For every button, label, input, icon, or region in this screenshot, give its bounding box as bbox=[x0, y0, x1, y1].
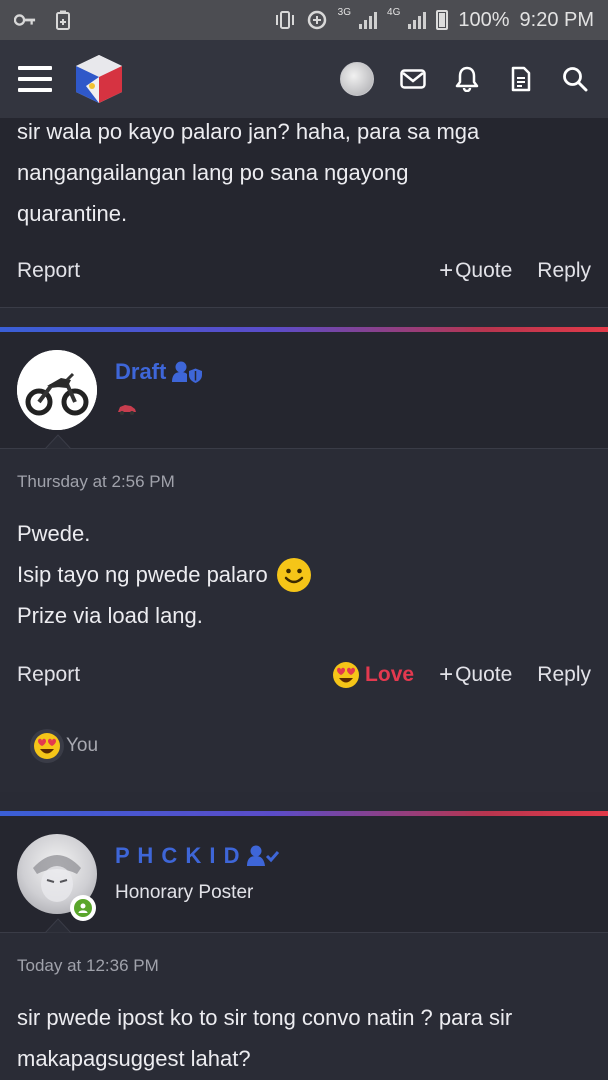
clock: 9:20 PM bbox=[519, 8, 594, 31]
post-2-body: Thursday at 2:56 PM Pwede. Isip tayo ng … bbox=[0, 449, 608, 792]
love-reaction-button[interactable]: Love bbox=[332, 661, 414, 689]
data-saver-icon bbox=[306, 10, 328, 30]
online-status-badge bbox=[70, 895, 96, 921]
post-2-line: Isip tayo ng pwede palaro bbox=[17, 562, 268, 587]
smile-emoji-icon bbox=[276, 557, 311, 592]
battery-percent: 100% bbox=[458, 8, 510, 31]
menu-icon[interactable] bbox=[18, 66, 52, 92]
post-2-message: Pwede. Isip tayo ng pwede palaro Prize v… bbox=[0, 513, 329, 636]
timestamp[interactable]: Today at 12:36 PM bbox=[17, 956, 159, 976]
reactions-summary[interactable]: You bbox=[30, 729, 98, 763]
bell-icon[interactable] bbox=[452, 64, 482, 94]
username[interactable]: P H C K I D bbox=[115, 843, 279, 869]
username-text: Draft bbox=[115, 359, 167, 384]
post-2-header: Draft bbox=[0, 332, 608, 449]
user-avatar[interactable] bbox=[340, 62, 374, 96]
report-link[interactable]: Report bbox=[17, 259, 80, 283]
plus-icon: + bbox=[439, 257, 454, 284]
network-type-1: 3G bbox=[337, 6, 352, 18]
post-1-line: quarantine. bbox=[17, 201, 128, 226]
quote-button[interactable]: + Quote bbox=[439, 257, 512, 285]
user-shield-icon bbox=[172, 361, 203, 383]
reply-button[interactable]: Reply bbox=[537, 259, 591, 283]
post-2-line: Pwede. bbox=[17, 521, 91, 546]
reaction-bubble bbox=[30, 729, 64, 763]
post-1: sir wala po kayo palaro jan? haha, para … bbox=[0, 118, 608, 308]
status-bar: 3G 4G 100% 9:20 PM bbox=[0, 0, 608, 40]
signal-icon bbox=[359, 11, 378, 29]
post-1-message: sir wala po kayo palaro jan? haha, para … bbox=[0, 111, 496, 234]
battery-icon bbox=[436, 10, 449, 30]
app-header bbox=[0, 40, 608, 118]
username[interactable]: Draft bbox=[115, 359, 203, 385]
envelope-icon[interactable] bbox=[398, 64, 428, 94]
heart-eyes-emoji-icon bbox=[333, 662, 360, 688]
post-1-line: sir wala po kayo palaro jan? haha, para … bbox=[17, 119, 480, 144]
timestamp[interactable]: Thursday at 2:56 PM bbox=[17, 472, 175, 492]
document-icon[interactable] bbox=[506, 64, 536, 94]
username-text: P H C K I D bbox=[115, 843, 241, 868]
post-3-message: sir pwede ipost ko to sir tong convo nat… bbox=[0, 997, 529, 1079]
post-3-line: sir pwede ipost ko to sir tong convo nat… bbox=[17, 1005, 513, 1030]
quote-label: Quote bbox=[455, 259, 513, 282]
quote-button[interactable]: + Quote bbox=[439, 661, 512, 689]
battery-saver-icon bbox=[52, 10, 74, 30]
post-1-actions: Report + Quote Reply bbox=[17, 257, 591, 285]
avatar[interactable] bbox=[17, 350, 97, 430]
key-icon bbox=[14, 11, 36, 29]
network-type-2: 4G bbox=[387, 6, 401, 18]
quote-label: Quote bbox=[455, 663, 513, 686]
motorcycle-avatar-image bbox=[17, 350, 97, 430]
post-3-header: P H C K I D Honorary Poster bbox=[0, 816, 608, 933]
user-title: Honorary Poster bbox=[115, 882, 254, 903]
vibrate-icon bbox=[274, 11, 296, 29]
post-2-line: Prize via load lang. bbox=[17, 603, 203, 628]
user-icon bbox=[78, 903, 88, 913]
avatar-pointer bbox=[45, 918, 71, 933]
post-3-line: makapagsuggest lahat? bbox=[17, 1046, 251, 1071]
user-check-icon bbox=[246, 845, 279, 866]
reply-button[interactable]: Reply bbox=[537, 663, 591, 687]
avatar-pointer bbox=[45, 434, 71, 449]
search-icon[interactable] bbox=[560, 64, 590, 94]
signal-icon-2 bbox=[408, 11, 427, 29]
report-link[interactable]: Report bbox=[17, 663, 80, 687]
reaction-users: You bbox=[66, 735, 99, 756]
badge-car-icon bbox=[117, 402, 137, 420]
heart-eyes-emoji-icon bbox=[34, 733, 60, 759]
love-label: Love bbox=[365, 663, 415, 686]
post-1-line: nangangailangan lang po sana ngayong bbox=[17, 160, 409, 185]
plus-icon: + bbox=[439, 661, 454, 688]
site-logo[interactable] bbox=[72, 52, 126, 106]
post-3-body: Today at 12:36 PM sir pwede ipost ko to … bbox=[0, 933, 608, 1080]
post-2-actions: Report Love + Quote Reply bbox=[17, 661, 591, 689]
